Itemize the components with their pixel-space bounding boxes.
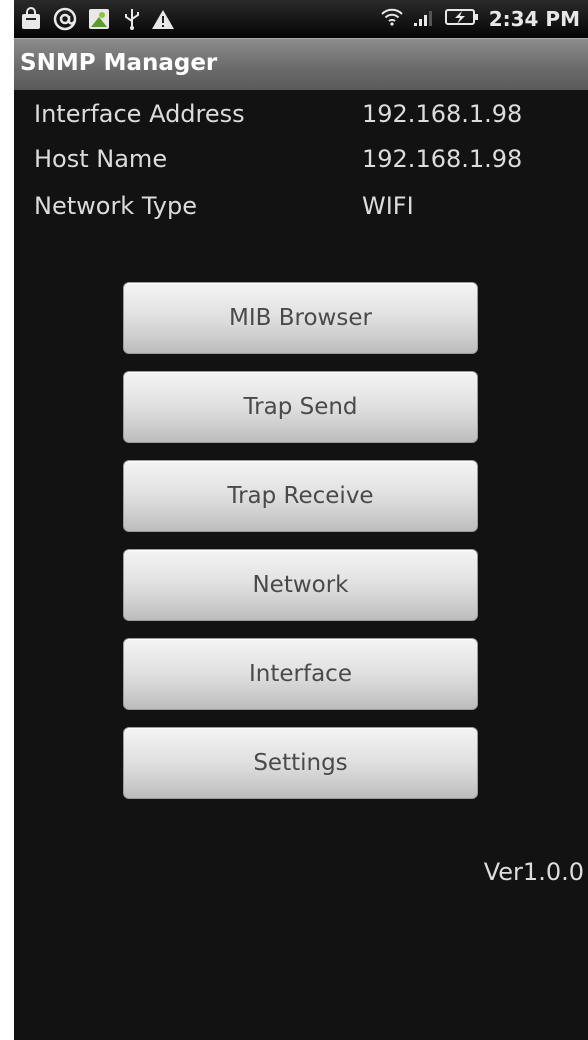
battery-charging-icon [444, 7, 479, 31]
usb-icon [122, 7, 142, 31]
phone-screen: 2:34 PM SNMP Manager Interface Address 1… [14, 0, 588, 1040]
app-title: SNMP Manager [20, 50, 218, 76]
android-icon [86, 7, 112, 31]
info-label: Interface Address [34, 100, 245, 128]
wifi-icon [381, 7, 403, 31]
info-label: Network Type [34, 192, 197, 220]
at-icon [52, 7, 78, 31]
title-bar: SNMP Manager [14, 38, 588, 90]
trap-send-button[interactable]: Trap Send [123, 371, 478, 443]
info-row-network-type: Network Type WIFI [14, 192, 588, 238]
settings-button[interactable]: Settings [123, 727, 478, 799]
status-time: 2:34 PM [488, 7, 580, 31]
warning-icon [150, 7, 176, 31]
info-value: 192.168.1.98 [362, 145, 523, 173]
network-button[interactable]: Network [123, 549, 478, 621]
info-value: 192.168.1.98 [362, 100, 523, 128]
status-right: 2:34 PM [381, 0, 580, 38]
status-bar: 2:34 PM [14, 0, 588, 38]
interface-button[interactable]: Interface [123, 638, 478, 710]
trap-receive-button[interactable]: Trap Receive [123, 460, 478, 532]
info-row-host-name: Host Name 192.168.1.98 [14, 145, 588, 191]
info-label: Host Name [34, 145, 168, 173]
version-label: Ver1.0.0 [483, 858, 584, 886]
info-row-interface-address: Interface Address 192.168.1.98 [14, 100, 588, 146]
info-value: WIFI [362, 192, 414, 220]
signal-icon [413, 7, 435, 31]
shopping-bag-icon [18, 7, 44, 31]
mib-browser-button[interactable]: MIB Browser [123, 282, 478, 354]
